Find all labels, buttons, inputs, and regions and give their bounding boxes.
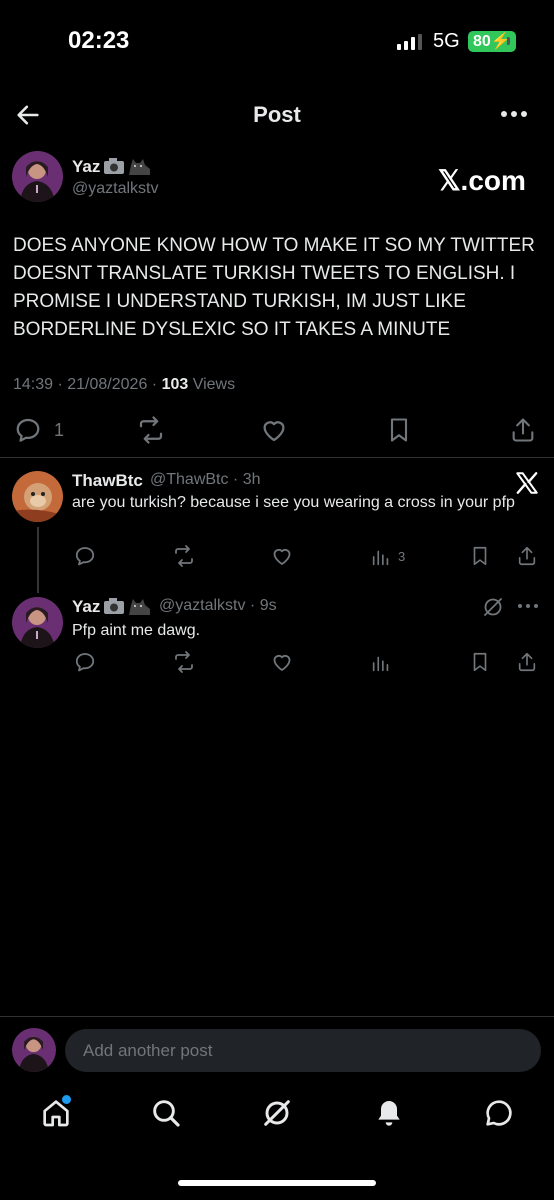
compose-avatar (12, 1028, 56, 1072)
reply-count: 1 (54, 420, 65, 440)
page-title: Post (253, 102, 301, 127)
author-handle[interactable]: @yaztalkstv (72, 180, 158, 198)
status-bar: 02:23 5G 80⚡ (0, 0, 554, 80)
views-icon[interactable] (370, 546, 392, 568)
share-icon[interactable] (516, 544, 538, 568)
views-label: Views (188, 376, 236, 393)
views-icon[interactable] (370, 652, 392, 674)
post-timestamp: 14:39 · 21/08/2026 · (13, 376, 162, 393)
post-header: Post (0, 92, 554, 138)
bookmark-icon[interactable] (385, 415, 413, 445)
messages-icon[interactable] (483, 1097, 515, 1129)
repost-icon[interactable] (171, 650, 197, 674)
views-count: 3 (398, 549, 406, 564)
divider (0, 457, 554, 458)
more-dots-icon[interactable] (500, 110, 528, 118)
reply-avatar[interactable] (12, 471, 63, 522)
author-name[interactable]: Yaz (72, 157, 100, 177)
bookmark-icon[interactable] (469, 544, 491, 568)
post-meta: 14:39 · 21/08/2026 · 103 Views (13, 376, 235, 394)
heart-icon[interactable] (270, 544, 294, 568)
share-icon[interactable] (516, 650, 538, 674)
arrow-left-icon[interactable] (14, 101, 42, 129)
battery-level: 80 (473, 33, 491, 50)
notification-dot (62, 1095, 71, 1104)
divider (0, 1016, 554, 1017)
thread-line (37, 527, 39, 593)
repost-icon[interactable] (171, 544, 197, 568)
bookmark-icon[interactable] (469, 650, 491, 674)
bell-icon[interactable] (373, 1097, 405, 1129)
reply-text: Pfp aint me dawg. (72, 622, 201, 639)
more-dots-icon[interactable] (517, 603, 539, 609)
signal-icon (397, 34, 422, 50)
home-indicator (178, 1180, 376, 1186)
grok-icon[interactable] (481, 595, 505, 619)
reply-icon[interactable] (13, 415, 43, 445)
reply-avatar[interactable] (12, 597, 63, 648)
share-icon[interactable] (509, 415, 537, 445)
post-actions: 1 (0, 415, 554, 445)
reply-icon[interactable] (73, 544, 97, 568)
search-icon[interactable] (150, 1097, 182, 1129)
camera-cat-emoji-icon (104, 598, 150, 615)
reply-author-name[interactable]: ThawBtc (72, 471, 143, 491)
network-label: 5G (433, 30, 460, 52)
reply-text: are you turkish? because i see you weari… (72, 494, 515, 511)
views-count: 103 (161, 376, 189, 393)
grok-icon[interactable] (261, 1097, 293, 1129)
reply-author-handle[interactable]: @ThawBtc · 3h (150, 471, 261, 489)
xcom-watermark: 𝕏.com (438, 165, 526, 196)
reply-icon[interactable] (73, 650, 97, 674)
reply-author-handle[interactable]: @yaztalkstv · 9s (159, 597, 277, 615)
heart-icon[interactable] (259, 415, 289, 445)
status-time: 02:23 (68, 27, 130, 54)
battery-tip (507, 37, 510, 45)
post-text: DOES ANYONE KNOW HOW TO MAKE IT SO MY TW… (13, 235, 535, 340)
reply-author-name[interactable]: Yaz (72, 597, 100, 617)
author-avatar[interactable] (12, 151, 63, 202)
camera-cat-emoji-icon (104, 158, 150, 175)
repost-icon[interactable] (135, 415, 167, 445)
compose-input[interactable] (65, 1029, 541, 1072)
heart-icon[interactable] (270, 650, 294, 674)
